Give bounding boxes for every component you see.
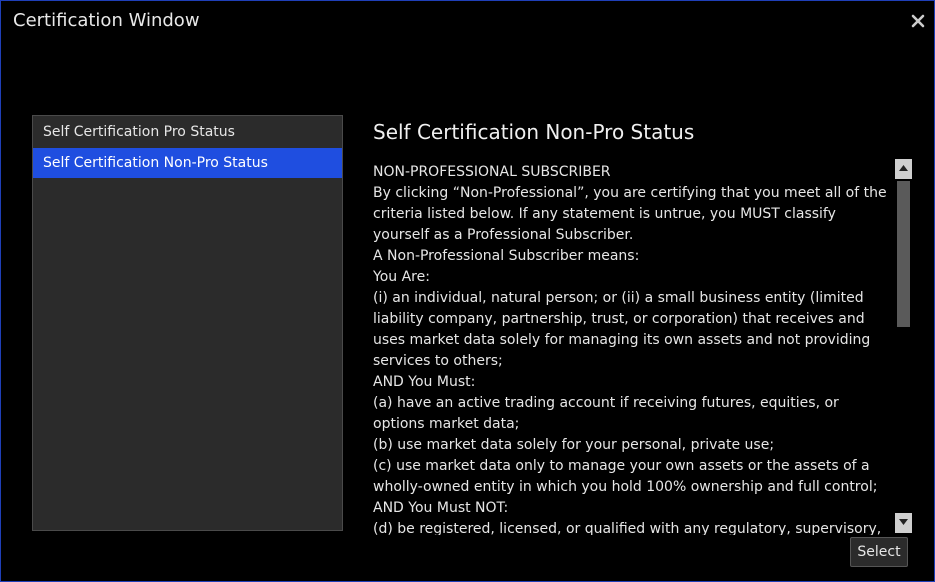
select-button[interactable]: Select bbox=[850, 537, 908, 567]
certification-window: Certification Window Self Certification … bbox=[0, 0, 935, 582]
certification-type-list: Self Certification Pro Status Self Certi… bbox=[32, 115, 343, 531]
arrow-up-icon bbox=[899, 165, 908, 171]
arrow-down-icon bbox=[899, 519, 908, 525]
scroll-down-button[interactable] bbox=[895, 513, 912, 533]
text-paragraph: AND You Must NOT: bbox=[373, 500, 509, 516]
text-paragraph: (d) be registered, licensed, or qualifie… bbox=[373, 521, 882, 535]
close-button[interactable] bbox=[908, 11, 928, 31]
text-paragraph: By clicking “Non-Professional”, you are … bbox=[373, 185, 887, 243]
text-paragraph: A Non-Professional Subscriber means: bbox=[373, 248, 640, 264]
list-item-pro-status[interactable]: Self Certification Pro Status bbox=[33, 117, 342, 147]
certification-text-area: NON-PROFESSIONAL SUBSCRIBER By clicking … bbox=[373, 162, 891, 535]
text-paragraph: (c) use market data only to manage your … bbox=[373, 458, 878, 495]
text-paragraph: You Are: bbox=[373, 269, 430, 285]
list-item-non-pro-status[interactable]: Self Certification Non-Pro Status bbox=[33, 148, 342, 178]
close-icon bbox=[911, 14, 925, 28]
title-bar: Certification Window bbox=[1, 1, 934, 41]
certification-text: NON-PROFESSIONAL SUBSCRIBER By clicking … bbox=[373, 162, 891, 535]
window-title: Certification Window bbox=[13, 10, 200, 31]
detail-heading: Self Certification Non-Pro Status bbox=[373, 120, 695, 144]
vertical-scrollbar[interactable] bbox=[895, 159, 912, 533]
text-paragraph: NON-PROFESSIONAL SUBSCRIBER bbox=[373, 164, 611, 180]
scroll-up-button[interactable] bbox=[895, 159, 912, 179]
text-paragraph: (b) use market data solely for your pers… bbox=[373, 437, 775, 453]
scroll-thumb[interactable] bbox=[897, 181, 910, 327]
text-paragraph: (i) an individual, natural person; or (i… bbox=[373, 290, 871, 369]
text-paragraph: (a) have an active trading account if re… bbox=[373, 395, 839, 432]
text-paragraph: AND You Must: bbox=[373, 374, 476, 390]
